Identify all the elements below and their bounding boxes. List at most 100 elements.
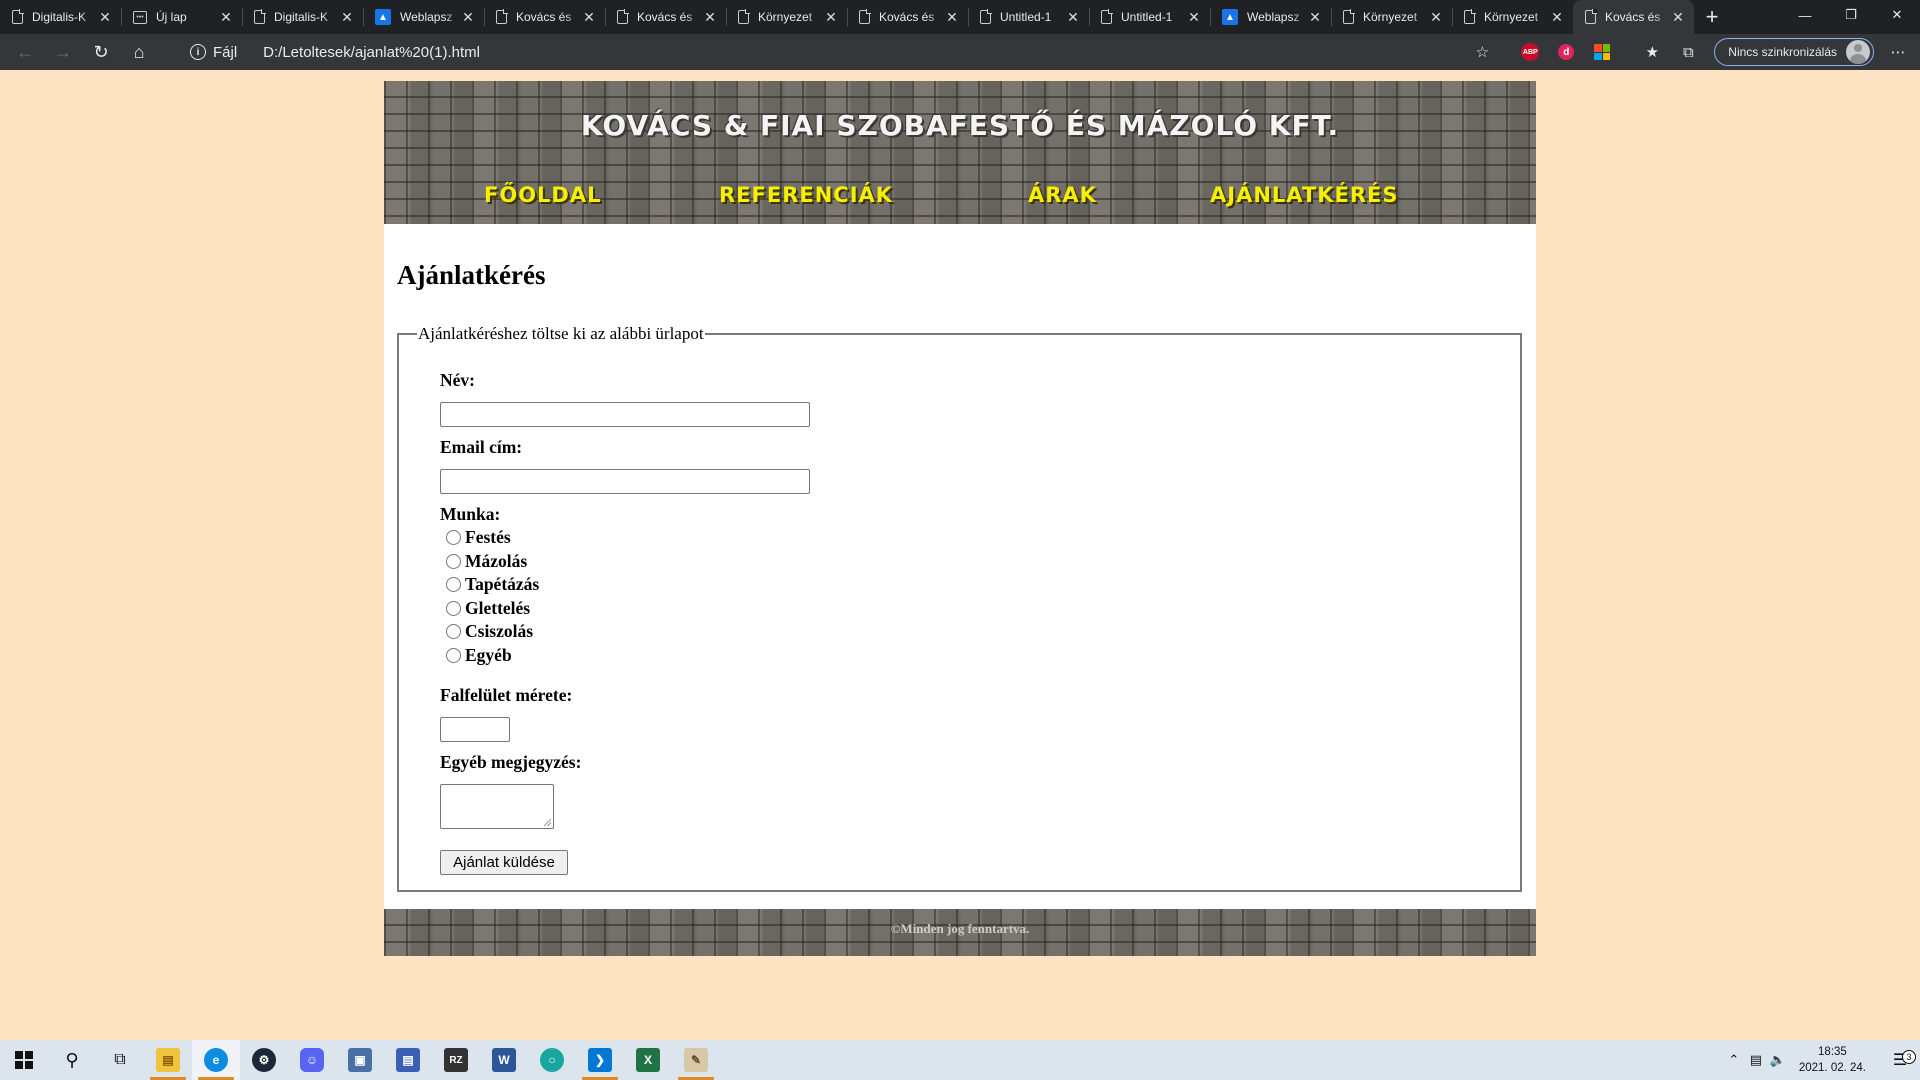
settings-more-icon[interactable]: ⋯ [1880, 37, 1916, 67]
vscode-icon[interactable]: ❯ [576, 1040, 624, 1080]
search-icon[interactable]: ⚲ [48, 1040, 96, 1080]
extension-grid-icon[interactable] [1584, 37, 1620, 67]
close-window-icon[interactable]: ✕ [1874, 0, 1920, 30]
start-button[interactable] [0, 1040, 48, 1080]
restore-icon[interactable]: ❐ [1828, 0, 1874, 30]
taskbar: ⚲ ⧉ ▤ e ⚙ ☺ ▣ ▤ RZ W ○ ❯ X ✎ ⌃ ▤ 🔈 18:35… [0, 1040, 1920, 1080]
radio-button[interactable] [446, 530, 461, 545]
steam-icon[interactable]: ⚙ [240, 1040, 288, 1080]
favorite-add-icon[interactable]: ☆ [1464, 37, 1500, 67]
tab-title: Untitled-1 [1121, 10, 1173, 24]
work-option-gletteles[interactable]: Glettelés [446, 598, 530, 619]
name-input[interactable] [440, 402, 810, 427]
tab-close-icon[interactable]: ✕ [1307, 9, 1323, 26]
new-tab-button[interactable]: + [1694, 0, 1730, 34]
browser-tab[interactable]: Környezet ✕ [1452, 0, 1573, 34]
tab-close-icon[interactable]: ✕ [581, 9, 597, 26]
browser-tab[interactable]: ▲ Weblapsz ✕ [363, 0, 484, 34]
page-icon [1343, 9, 1355, 24]
task-view-icon[interactable]: ⧉ [96, 1040, 144, 1080]
tab-title: Környezet [1363, 10, 1418, 24]
excel-icon[interactable]: X [624, 1040, 672, 1080]
email-label: Email cím: [440, 437, 523, 457]
tab-close-icon[interactable]: ✕ [1428, 9, 1444, 26]
radio-button[interactable] [446, 648, 461, 663]
browser-tab[interactable]: ••• Új lap ✕ [121, 0, 242, 34]
volume-icon[interactable]: 🔈 [1767, 1052, 1789, 1068]
adblock-extension-icon[interactable]: ABP [1512, 37, 1548, 67]
form-legend: Ajánlatkéréshez töltse ki az alábbi ürla… [418, 324, 704, 343]
word-icon[interactable]: W [480, 1040, 528, 1080]
browser-tab[interactable]: Környezet ✕ [726, 0, 847, 34]
page-icon [738, 9, 750, 24]
address-bar[interactable]: i Fájl D:/Letoltesek/ajanlat%20(1).html … [190, 34, 1920, 70]
browser-tab[interactable]: Kovács és ✕ [1573, 0, 1694, 34]
forward-icon[interactable]: → [44, 36, 82, 68]
radio-button[interactable] [446, 577, 461, 592]
work-option-csiszolas[interactable]: Csiszolás [446, 621, 533, 642]
menu-item-fooldal[interactable]: Főoldal [484, 183, 602, 207]
browser-tab[interactable]: Digitalis-K ✕ [242, 0, 363, 34]
menu-item-referenciak[interactable]: Referenciák [719, 183, 893, 207]
submit-button[interactable]: Ajánlat küldése [440, 850, 568, 875]
save-disk-icon[interactable]: ▤ [384, 1040, 432, 1080]
network-app-icon[interactable]: ▣ [336, 1040, 384, 1080]
browser-tab[interactable]: ▲ Weblapsz ✕ [1210, 0, 1331, 34]
tab-close-icon[interactable]: ✕ [1186, 9, 1202, 26]
discord-icon[interactable]: ☺ [288, 1040, 336, 1080]
favorites-icon[interactable]: ★ [1634, 37, 1670, 67]
work-option-egyeb[interactable]: Egyéb [446, 645, 512, 666]
browser-tab[interactable]: Untitled-1 ✕ [1089, 0, 1210, 34]
minimize-icon[interactable]: — [1782, 0, 1828, 30]
tab-close-icon[interactable]: ✕ [1549, 9, 1565, 26]
info-icon[interactable]: i [190, 44, 206, 60]
tab-close-icon[interactable]: ✕ [702, 9, 718, 26]
menu-item-ajanlatkeres[interactable]: Ajánlatkérés [1210, 183, 1398, 207]
sync-profile-button[interactable]: Nincs szinkronizálás [1714, 38, 1874, 66]
winrar-icon[interactable]: RZ [432, 1040, 480, 1080]
note-textarea[interactable] [440, 784, 554, 829]
browser-tab[interactable]: Untitled-1 ✕ [968, 0, 1089, 34]
url-text[interactable]: D:/Letoltesek/ajanlat%20(1).html [263, 44, 480, 61]
work-option-festes[interactable]: Festés [446, 527, 511, 548]
work-label: Munka: [440, 504, 501, 524]
tab-close-icon[interactable]: ✕ [218, 9, 234, 26]
system-tray: ⌃ ▤ 🔈 18:35 2021. 02. 24. ☰ 3 [1723, 1040, 1920, 1080]
tab-close-icon[interactable]: ✕ [460, 9, 476, 26]
radio-button[interactable] [446, 554, 461, 569]
collections-icon[interactable]: ⧉ [1670, 37, 1706, 67]
browser-tab[interactable]: Digitalis-K ✕ [0, 0, 121, 34]
extension-red-icon[interactable]: d [1548, 37, 1584, 67]
tab-close-icon[interactable]: ✕ [823, 9, 839, 26]
browser-tab[interactable]: Kovács és ✕ [484, 0, 605, 34]
work-option-mazolas[interactable]: Mázolás [446, 551, 527, 572]
reload-icon[interactable]: ↻ [82, 36, 120, 68]
tab-close-icon[interactable]: ✕ [97, 9, 113, 26]
radio-button[interactable] [446, 624, 461, 639]
page-icon [254, 9, 266, 24]
tab-close-icon[interactable]: ✕ [944, 9, 960, 26]
paint-icon[interactable]: ✎ [672, 1040, 720, 1080]
tab-close-icon[interactable]: ✕ [1670, 9, 1686, 26]
browser-tab[interactable]: Környezet ✕ [1331, 0, 1452, 34]
browser-tab[interactable]: Kovács és ✕ [847, 0, 968, 34]
email-input[interactable] [440, 469, 810, 494]
teal-app-icon[interactable]: ○ [528, 1040, 576, 1080]
clock[interactable]: 18:35 2021. 02. 24. [1799, 1044, 1866, 1076]
edge-browser-icon[interactable]: e [192, 1040, 240, 1080]
home-icon[interactable]: ⌂ [120, 36, 158, 68]
file-explorer-icon[interactable]: ▤ [144, 1040, 192, 1080]
chevron-up-icon[interactable]: ⌃ [1723, 1052, 1745, 1068]
radio-button[interactable] [446, 601, 461, 616]
area-label: Falfelület mérete: [440, 685, 573, 705]
tab-close-icon[interactable]: ✕ [339, 9, 355, 26]
tab-close-icon[interactable]: ✕ [1065, 9, 1081, 26]
notification-center-icon[interactable]: ☰ 3 [1880, 1050, 1920, 1070]
area-input[interactable] [440, 717, 510, 742]
browser-tab[interactable]: Kovács és ✕ [605, 0, 726, 34]
work-option-tapetazas[interactable]: Tapétázás [446, 574, 539, 595]
back-icon[interactable]: ← [6, 36, 44, 68]
page-icon [980, 9, 992, 24]
menu-item-arak[interactable]: Árak [1028, 183, 1097, 207]
network-icon[interactable]: ▤ [1745, 1052, 1767, 1068]
